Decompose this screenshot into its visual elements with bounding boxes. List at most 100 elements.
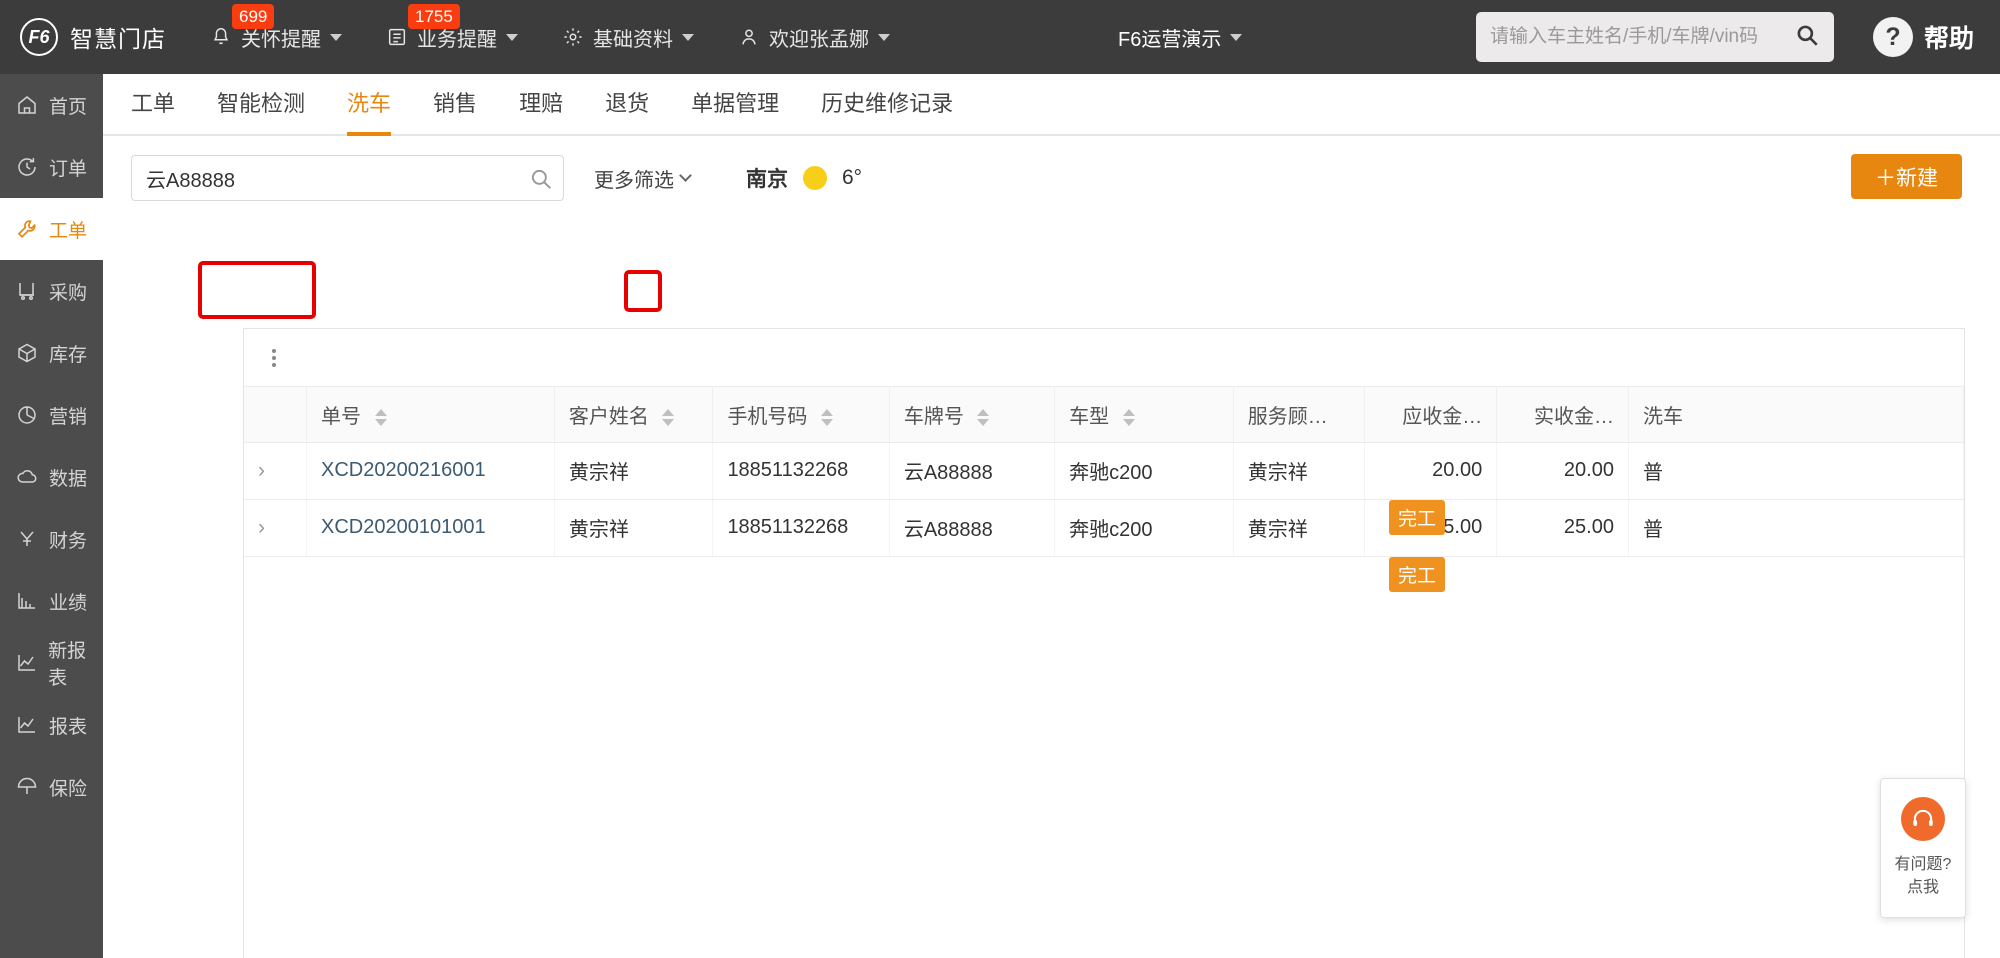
help-label: 帮助 [1924,25,1975,53]
sidebar-item-label: 订单 [49,158,88,180]
line-chart-icon [14,712,40,738]
sidebar-item-report[interactable]: 报表 [0,694,103,756]
umbrella-icon [14,774,40,800]
th-phone[interactable]: 手机号码 [712,387,890,443]
tab-sales[interactable]: 销售 [433,86,477,134]
th-plate-no[interactable]: 车牌号 [889,387,1056,443]
sidebar-item-home[interactable]: 首页 [0,74,103,136]
order-link[interactable]: XCD20200216001 [321,459,486,481]
tab-returns[interactable]: 退货 [605,86,649,134]
sidebar-item-performance[interactable]: 业绩 [0,570,103,632]
column-settings-icon[interactable] [262,346,286,370]
plate-search-input[interactable] [146,166,521,190]
sidebar-item-label: 采购 [49,282,88,304]
cell-received: 25.00 [1496,499,1629,557]
table-row[interactable]: › XCD20200101001 黄宗祥 18851132268 云A88888… [244,499,1965,557]
th-label: 车牌号 [903,405,964,428]
table-panel: 单号 客户姓名 手机号码 车牌号 车型 服务顾… 应收金… 实收金… 洗车 › … [243,328,1965,958]
sidebar-item-inventory[interactable]: 库存 [0,322,103,384]
sidebar-item-purchase[interactable]: 采购 [0,260,103,322]
th-label: 单号 [321,405,362,428]
search-button-highlight [624,270,662,312]
sort-icon[interactable] [374,408,387,426]
cell-car-model: 奔驰c200 [1054,499,1234,557]
th-customer-name[interactable]: 客户姓名 [554,387,714,443]
nav-label: 欢迎张孟娜 [769,28,869,51]
cell-customer-name: 黄宗祥 [554,442,714,500]
work-order-table: 单号 客户姓名 手机号码 车牌号 车型 服务顾… 应收金… 实收金… 洗车 › … [244,387,1965,557]
cell-order-no[interactable]: XCD20200216001 [306,442,555,500]
table-toolbar [244,329,1964,387]
f6-logo-icon: F6 [20,18,58,56]
th-receivable: 应收金… [1364,387,1498,443]
sidebar-item-label: 报表 [49,716,88,738]
status-badge: 完工 [1389,500,1446,535]
sort-icon[interactable] [662,408,675,426]
sidebar-item-label: 营销 [49,406,88,428]
th-car-model[interactable]: 车型 [1054,387,1234,443]
nav-item-basic-data[interactable]: 基础资料 [562,23,694,52]
sidebar-item-orders[interactable]: 订单 [0,136,103,198]
tab-claims[interactable]: 理赔 [519,86,563,134]
cart-icon [14,278,40,304]
nav-item-user-welcome[interactable]: 欢迎张孟娜 [738,23,890,52]
search-icon[interactable] [525,163,557,195]
sort-icon[interactable] [977,408,990,426]
shop-selector[interactable]: F6运营演示 [1118,23,1243,52]
global-search[interactable] [1476,12,1834,62]
headset-icon [1901,796,1945,841]
more-filter-button[interactable]: 更多筛选 [594,164,692,193]
order-link[interactable]: XCD20200101001 [321,516,486,538]
tab-car-wash[interactable]: 洗车 [347,86,392,136]
chevron-down-icon [506,33,518,41]
sidebar: 首页 订单 工单 采购 库存 营销 数据 财务 业绩 新报表 报表 保险 [0,74,103,958]
sort-icon[interactable] [821,408,833,426]
th-label: 车型 [1069,405,1110,428]
sidebar-item-new-report[interactable]: 新报表 [0,632,103,694]
th-wash-type: 洗车 [1628,387,1965,443]
content-area: 工单 智能检测 洗车 销售 理赔 退货 单据管理 历史维修记录 更多筛选 [103,74,2000,958]
tab-work-order[interactable]: 工单 [131,86,175,134]
tab-document-mgmt[interactable]: 单据管理 [691,86,779,134]
new-button[interactable]: ＋新建 [1851,154,1962,199]
sidebar-item-work-order[interactable]: 工单 [0,198,103,260]
clock-icon [14,154,40,180]
sidebar-item-label: 新报表 [48,641,87,689]
brand[interactable]: F6 智慧门店 [20,18,166,56]
sidebar-item-data[interactable]: 数据 [0,446,103,508]
th-order-no[interactable]: 单号 [306,387,555,443]
list-icon [386,26,408,48]
row-expand-toggle[interactable]: › [244,499,308,557]
sort-icon[interactable] [1122,408,1135,426]
tab-repair-history[interactable]: 历史维修记录 [821,86,953,134]
chevron-down-icon [679,169,692,182]
tab-bar: 工单 智能检测 洗车 销售 理赔 退货 单据管理 历史维修记录 [103,74,2000,136]
help-button[interactable]: ? 帮助 [1873,17,1974,57]
cell-service-advisor: 黄宗祥 [1233,499,1366,557]
search-icon[interactable] [1794,22,1820,53]
sidebar-item-label: 数据 [49,468,88,490]
yuan-icon [14,526,40,552]
th-received: 实收金… [1496,387,1629,443]
table-row[interactable]: › XCD20200216001 黄宗祥 18851132268 云A88888… [244,442,1965,500]
cell-wash-type: 普 [1628,499,1965,557]
top-bar: F6 智慧门店 关怀提醒 699 业务提醒 1755 基础资料 欢迎张孟娜 F6… [0,0,2000,74]
sidebar-item-finance[interactable]: 财务 [0,508,103,570]
row-expand-toggle[interactable]: › [244,442,308,500]
cell-order-no[interactable]: XCD20200101001 [306,499,555,557]
tab-smart-check[interactable]: 智能检测 [217,86,305,134]
plate-search-box[interactable] [131,155,564,201]
notification-badge: 1755 [408,3,460,29]
th-service-advisor: 服务顾… [1233,387,1366,443]
sidebar-item-insurance[interactable]: 保险 [0,756,103,818]
chat-widget[interactable]: 有问题? 点我 [1880,778,1966,918]
sun-icon [803,166,827,190]
chevron-right-icon: › [258,458,265,482]
nav-item-care-reminder[interactable]: 关怀提醒 699 [210,3,342,52]
wrench-icon [14,216,40,242]
table-header-row: 单号 客户姓名 手机号码 车牌号 车型 服务顾… 应收金… 实收金… 洗车 [244,387,1965,443]
sidebar-item-marketing[interactable]: 营销 [0,384,103,446]
th-expand [244,387,308,443]
global-search-input[interactable] [1490,26,1794,48]
nav-item-business-reminder[interactable]: 业务提醒 1755 [386,3,518,52]
